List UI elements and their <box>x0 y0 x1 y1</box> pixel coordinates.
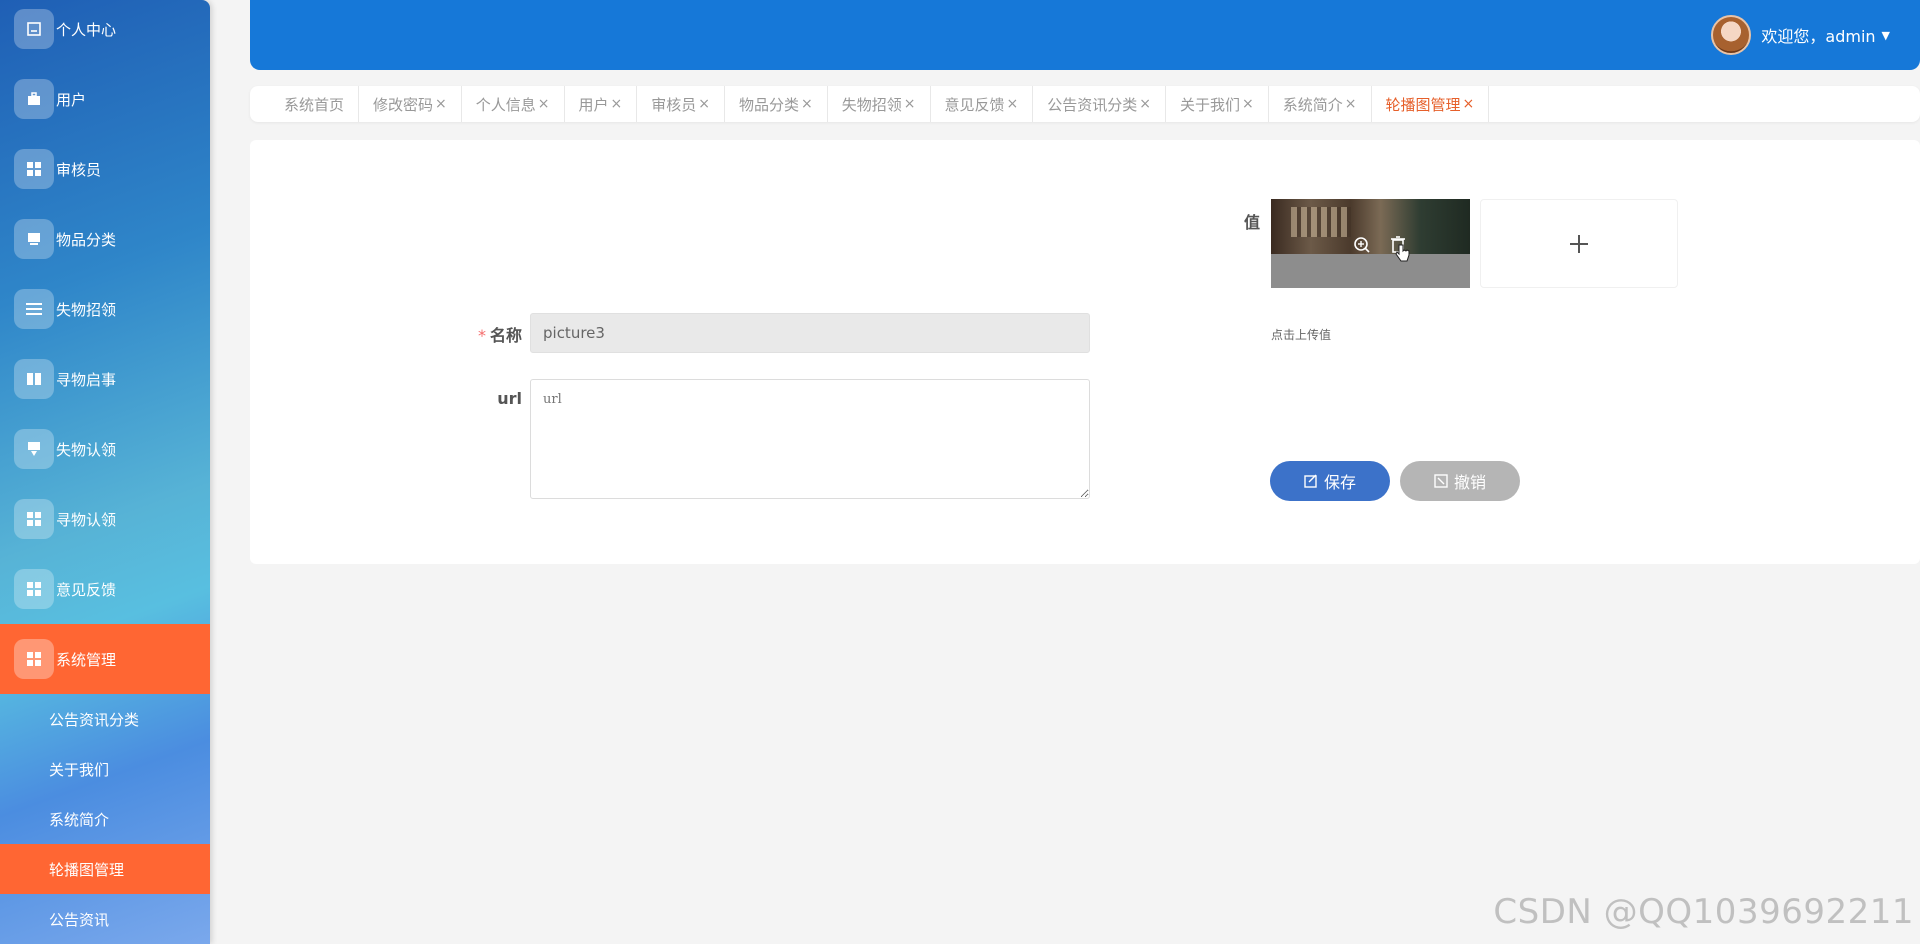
close-icon[interactable]: × <box>611 96 623 112</box>
sidebar-item-label: 个人中心 <box>56 20 117 39</box>
tab-about-us[interactable]: 关于我们 × <box>1166 86 1269 122</box>
tab-users[interactable]: 用户 × <box>565 86 638 122</box>
tab-home[interactable]: 系统首页 <box>270 86 360 122</box>
sidebar-item-label: 寻物启事 <box>56 370 117 389</box>
grid-icon <box>14 569 54 609</box>
tab-label: 失物招领 <box>841 95 902 114</box>
tab-label: 系统首页 <box>284 95 345 114</box>
tab-reviewers[interactable]: 审核员 × <box>637 86 726 122</box>
tab-system-intro[interactable]: 系统简介 × <box>1269 86 1372 122</box>
sidebar-item-system[interactable]: 系统管理 <box>0 624 210 694</box>
tab-label: 关于我们 <box>1180 95 1241 114</box>
watermark: CSDN @QQ1039692211 <box>1493 892 1914 932</box>
sidebar-item-profile[interactable]: 个人中心 <box>0 0 210 64</box>
edit-icon <box>1304 474 1317 488</box>
tab-label: 修改密码 <box>373 95 434 114</box>
cursor-hand-icon <box>1392 243 1412 263</box>
sidebar-item-lost-found[interactable]: 失物招领 <box>0 274 210 344</box>
value-label: 值 <box>1243 213 1260 232</box>
close-icon[interactable]: × <box>435 96 447 112</box>
tab-label: 物品分类 <box>739 95 800 114</box>
tab-label: 轮播图管理 <box>1385 95 1461 114</box>
sidebar-item-label: 用户 <box>56 90 87 109</box>
sidebar-item-label: 寻物认领 <box>56 510 117 529</box>
close-icon[interactable]: × <box>1007 96 1019 112</box>
submenu-item-carousel[interactable]: 轮播图管理 <box>0 844 210 894</box>
avatar <box>1711 15 1752 55</box>
sidebar-item-label: 失物招领 <box>56 300 117 319</box>
user-menu[interactable]: 欢迎您，admin ▼ <box>1711 14 1890 56</box>
tab-label: 个人信息 <box>475 95 536 114</box>
grid-icon <box>14 639 54 679</box>
plus-icon <box>1570 234 1588 253</box>
save-label: 保存 <box>1323 475 1356 492</box>
save-button[interactable]: 保存 <box>1270 461 1390 501</box>
cancel-button[interactable]: 撤销 <box>1400 461 1520 501</box>
welcome-text: 欢迎您，admin <box>1761 27 1876 46</box>
url-label: url <box>497 389 522 408</box>
tab-item-category[interactable]: 物品分类 × <box>725 86 828 122</box>
name-label: * 名称 <box>477 326 522 345</box>
top-header: 欢迎您，admin ▼ <box>250 0 1920 70</box>
submenu-item-notice[interactable]: 公告资讯 <box>0 894 210 944</box>
close-icon[interactable]: × <box>1463 96 1475 112</box>
caret-down-icon: ▼ <box>1881 28 1890 42</box>
sidebar-item-item-category[interactable]: 物品分类 <box>0 204 210 274</box>
upload-add-button[interactable] <box>1480 199 1678 288</box>
tab-notice-category[interactable]: 公告资讯分类 × <box>1033 86 1167 122</box>
close-icon[interactable]: × <box>1242 96 1254 112</box>
sidebar-item-label: 系统管理 <box>56 650 117 669</box>
tab-label: 意见反馈 <box>944 95 1005 114</box>
uploaded-image-thumbnail <box>1271 199 1470 288</box>
close-icon[interactable]: × <box>1345 96 1357 112</box>
close-icon[interactable]: × <box>1139 96 1151 112</box>
sidebar-item-reviewers[interactable]: 审核员 <box>0 134 210 204</box>
upload-hint: 点击上传值 <box>1271 328 1332 342</box>
close-icon[interactable]: × <box>698 96 710 112</box>
cancel-label: 撤销 <box>1453 475 1486 492</box>
close-icon[interactable]: × <box>904 96 916 112</box>
sidebar-item-users[interactable]: 用户 <box>0 64 210 134</box>
url-textarea[interactable] <box>530 379 1090 499</box>
sidebar-item-claim-search[interactable]: 寻物认领 <box>0 484 210 554</box>
sidebar-item-label: 失物认领 <box>56 440 117 459</box>
submenu-item-system-intro[interactable]: 系统简介 <box>0 794 210 844</box>
sidebar: 个人中心 用户 审核员 物品分类 失物招领 寻物启事 失物认领 寻物认领 意见反… <box>0 0 210 944</box>
tab-bar: 系统首页 修改密码 × 个人信息 × 用户 × 审核员 × 物品分类 × 失物招领 × 意见… <box>250 86 1920 122</box>
tab-label: 公告资讯分类 <box>1047 95 1138 114</box>
zoom-in-icon[interactable] <box>1352 235 1372 255</box>
sidebar-item-label: 物品分类 <box>56 230 117 249</box>
sidebar-item-label: 意见反馈 <box>56 580 117 599</box>
tab-carousel[interactable]: 轮播图管理 × <box>1372 86 1490 122</box>
grid-icon <box>14 499 54 539</box>
tab-label: 用户 <box>578 95 609 114</box>
close-icon[interactable]: × <box>538 96 550 112</box>
book-icon <box>14 359 54 399</box>
sidebar-item-label: 审核员 <box>56 160 102 179</box>
cancel-icon <box>1434 474 1448 488</box>
tab-lost-found[interactable]: 失物招领 × <box>828 86 931 122</box>
tab-change-password[interactable]: 修改密码 × <box>359 86 462 122</box>
tab-feedback[interactable]: 意见反馈 × <box>931 86 1034 122</box>
submenu-item-notice-category[interactable]: 公告资讯分类 <box>0 694 210 744</box>
tab-label: 系统简介 <box>1282 95 1343 114</box>
close-icon[interactable]: × <box>801 96 813 112</box>
box-icon <box>14 219 54 259</box>
grid-icon <box>14 149 54 189</box>
list-icon <box>14 289 54 329</box>
tab-personal-info[interactable]: 个人信息 × <box>462 86 565 122</box>
tab-label: 审核员 <box>651 95 697 114</box>
tag-icon <box>14 429 54 469</box>
submenu-item-about-us[interactable]: 关于我们 <box>0 744 210 794</box>
sidebar-item-feedback[interactable]: 意见反馈 <box>0 554 210 624</box>
briefcase-icon <box>14 79 54 119</box>
name-input[interactable]: picture3 <box>530 313 1090 353</box>
profile-icon <box>14 9 54 49</box>
sidebar-item-claim-lost[interactable]: 失物认领 <box>0 414 210 484</box>
sidebar-item-lost-notice[interactable]: 寻物启事 <box>0 344 210 414</box>
